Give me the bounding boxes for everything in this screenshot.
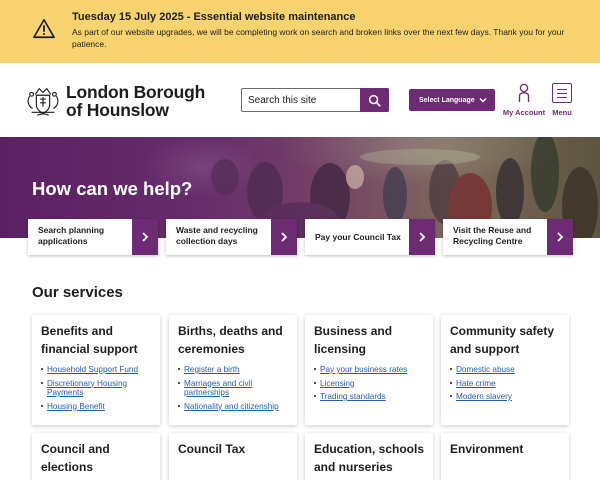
service-card-title[interactable]: Business and licensing [314,323,429,358]
list-item: Household Support Fund [41,365,156,375]
service-link[interactable]: Housing Benefit [47,402,105,411]
service-card: Council Tax [169,433,297,480]
service-card: Business and licensing Pay your business… [305,315,433,425]
my-account-link[interactable]: My Account [502,83,546,117]
select-language-button[interactable]: Select Language [409,89,495,111]
quick-link-label: Pay your Council Tax [315,232,401,242]
service-card-title[interactable]: Births, deaths and ceremonies [178,323,293,358]
service-link[interactable]: Household Support Fund [47,365,138,374]
service-card-title[interactable]: Environment [450,441,565,459]
list-item: Modern slavery [450,392,565,402]
chevron-right-icon [557,232,564,242]
quick-link-label: Visit the Reuse and Recycling Centre [453,225,532,246]
service-card-links: Household Support Fund Discretionary Hou… [41,365,156,415]
quick-link-label: Waste and recycling collection days [176,225,258,246]
maintenance-alert: Tuesday 15 July 2025 - Essential website… [0,0,600,63]
quick-link-council-tax[interactable]: Pay your Council Tax [305,219,435,255]
list-item: Trading standards [314,392,429,402]
list-item: Licensing [314,379,429,389]
chevron-right-icon [142,232,149,242]
council-name-line2: of Hounslow [66,100,169,120]
quick-link-arrow [271,219,297,255]
list-item: Hate crime [450,379,565,389]
service-card-title[interactable]: Community safety and support [450,323,565,358]
site-header: London Borough of Hounslow Select Langua… [0,63,600,137]
quick-link-arrow [547,219,573,255]
service-card: Education, schools and nurseries [305,433,433,480]
services-heading: Our services [32,284,123,301]
hero-title: How can we help? [32,178,193,199]
service-card: Births, deaths and ceremonies Register a… [169,315,297,425]
chevron-right-icon [419,232,426,242]
service-card: Council and elections [32,433,160,480]
warning-icon [33,19,55,39]
quick-link-label: Search planning applications [38,225,105,246]
quick-link-arrow [409,219,435,255]
service-card-title[interactable]: Benefits and financial support [41,323,156,358]
quick-link-arrow [132,219,158,255]
menu-button[interactable]: Menu [551,83,573,117]
quick-link-waste[interactable]: Waste and recycling collection days [166,219,297,255]
list-item: Register a birth [178,365,293,375]
chevron-right-icon [281,232,288,242]
list-item: Housing Benefit [41,402,156,412]
select-language-label: Select Language [419,96,475,104]
service-link[interactable]: Discretionary Housing Payments [47,379,127,398]
service-link[interactable]: Pay your business rates [320,365,407,374]
service-link[interactable]: Domestic abuse [456,365,515,374]
search-icon [368,94,381,107]
user-icon [518,83,530,102]
service-link[interactable]: Trading standards [320,392,386,401]
chevron-down-icon [479,98,487,103]
service-card: Environment [441,433,569,480]
list-item: Pay your business rates [314,365,429,375]
list-item: Nationality and citizenship [178,402,293,412]
service-link[interactable]: Licensing [320,379,355,388]
menu-label: Menu [552,108,572,117]
service-card-title[interactable]: Council and elections [41,441,156,476]
my-account-label: My Account [502,108,546,117]
list-item: Discretionary Housing Payments [41,379,156,398]
service-link[interactable]: Register a birth [184,365,240,374]
service-card: Community safety and support Domestic ab… [441,315,569,425]
service-card-links: Pay your business rates Licensing Tradin… [314,365,429,406]
list-item: Domestic abuse [450,365,565,375]
search-input[interactable] [242,89,362,111]
service-card-title[interactable]: Council Tax [178,441,293,459]
service-link[interactable]: Marriages and civil partnerships [184,379,252,398]
hamburger-icon [552,83,572,103]
council-name[interactable]: London Borough of Hounslow [66,83,205,119]
list-item: Marriages and civil partnerships [178,379,293,398]
service-link[interactable]: Hate crime [456,379,496,388]
service-link[interactable]: Modern slavery [456,392,512,401]
service-card-title[interactable]: Education, schools and nurseries [314,441,429,476]
alert-text: As part of our website upgrades, we will… [72,27,565,49]
crest-logo-icon[interactable] [24,81,62,119]
service-card-links: Register a birth Marriages and civil par… [178,365,293,415]
search-button[interactable] [360,88,389,112]
search-box [241,88,389,112]
quick-link-recycling-centre[interactable]: Visit the Reuse and Recycling Centre [443,219,573,255]
service-card: Benefits and financial support Household… [32,315,160,425]
service-card-links: Domestic abuse Hate crime Modern slavery [450,365,565,406]
service-link[interactable]: Nationality and citizenship [184,402,279,411]
alert-title: Tuesday 15 July 2025 - Essential website… [72,11,356,23]
quick-link-planning[interactable]: Search planning applications [28,219,158,255]
council-name-line1: London Borough [66,82,206,102]
